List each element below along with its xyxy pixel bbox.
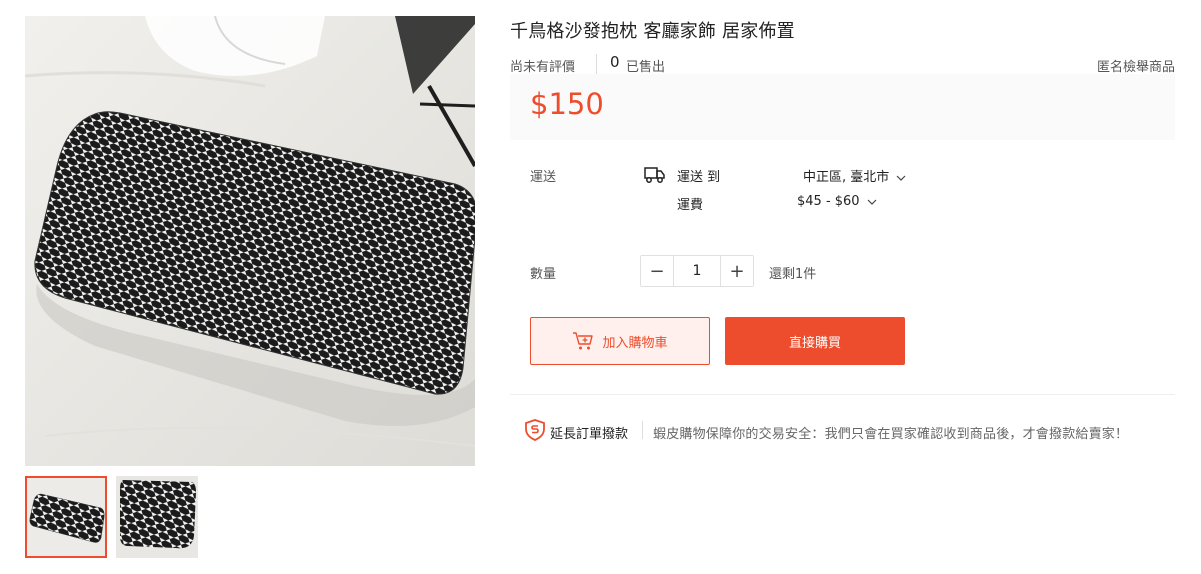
- quantity-stepper: − 1 +: [640, 255, 754, 287]
- thumbnail-1[interactable]: [25, 476, 107, 558]
- chevron-down-icon: [867, 199, 877, 205]
- guarantee-divider: [642, 421, 643, 439]
- shipping-fee-label: 運費: [677, 198, 704, 213]
- shipping-fee-select[interactable]: $45 - $60: [797, 194, 877, 209]
- buy-now-button[interactable]: 直接購買: [725, 317, 905, 365]
- quantity-input[interactable]: 1: [673, 256, 721, 286]
- guarantee-text: 蝦皮購物保障你的交易安全：我們只會在買家確認收到商品後，才會撥款給賣家！: [653, 427, 1129, 442]
- shipping-label: 運送: [530, 170, 557, 185]
- thumbnail-strip: [25, 476, 485, 560]
- ship-to-label: 運送 到: [677, 170, 721, 185]
- product-price: $150: [530, 87, 604, 121]
- add-to-cart-label: 加入購物車: [602, 335, 668, 351]
- guarantee-title[interactable]: 延長訂單撥款: [550, 423, 628, 442]
- shipping-destination: 中正區, 臺北市: [803, 170, 890, 185]
- buy-now-label: 直接購買: [788, 335, 841, 351]
- thumbnail-1-photo: [27, 478, 105, 556]
- thumbnail-2[interactable]: [116, 476, 198, 558]
- pillow-photo: [25, 16, 475, 466]
- section-divider: [510, 394, 1175, 395]
- chevron-down-icon: [896, 175, 906, 181]
- price-box: $150: [510, 74, 1175, 140]
- thumbnail-2-photo: [116, 476, 198, 558]
- truck-icon: [644, 166, 666, 184]
- cart-add-icon: [573, 332, 594, 350]
- quantity-label: 數量: [530, 267, 557, 282]
- product-page: 千鳥格沙發抱枕 客廳家飾 居家佈置 尚未有評價 0 已售出 匿名檢舉商品 $15…: [0, 0, 1201, 574]
- main-product-image[interactable]: [25, 16, 475, 466]
- shield-s-icon: [525, 419, 545, 441]
- stock-remaining: 還剩1件: [769, 267, 817, 282]
- purchase-panel: $150 運送 運送 到 中正區, 臺北市 運費 $45 - $60 數量 − …: [510, 0, 1175, 574]
- quantity-increment-button[interactable]: +: [721, 256, 753, 286]
- quantity-decrement-button[interactable]: −: [641, 256, 673, 286]
- shipping-fee-range: $45 - $60: [797, 194, 860, 209]
- shipping-destination-select[interactable]: 中正區, 臺北市: [803, 166, 906, 185]
- add-to-cart-button[interactable]: 加入購物車: [530, 317, 710, 365]
